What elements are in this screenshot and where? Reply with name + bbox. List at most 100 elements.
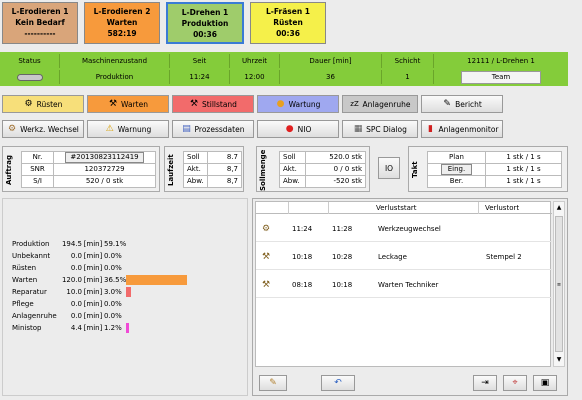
bericht-button[interactable]: ✎ Bericht [421,95,503,113]
stat-percent: 59.1% [104,240,127,248]
tab-state: Warten [106,18,138,27]
anlagenmonitor-button[interactable]: ▮ Anlagenmonitor [421,120,503,138]
tab-name: L-Fräsen 1 [265,7,310,16]
verlust-row[interactable]: ⚙ 11:24 11:28 Werkzeugwechsel [256,216,552,242]
scroll-up-icon[interactable]: ▲ [554,202,564,214]
verlust-start: 11:24 [292,225,313,233]
tab-state: Produktion [181,19,229,28]
scroll-thumb[interactable]: ≡ [555,216,563,352]
stat-unit: [min] [83,300,103,308]
undo-button[interactable]: ↶ [321,375,355,391]
takt-value: 1 stk / 1 s [485,175,562,188]
io-button[interactable]: IO [378,157,400,179]
verlust-type: Werkzeugwechsel [378,225,441,233]
tab-time: 00:36 [276,29,300,38]
sollmenge-value: -520 stk [305,175,366,188]
stat-minutes: 0.0 [70,300,82,308]
tool-change-icon: ⚙ [8,124,17,134]
verlust-type: Warten Techniker [378,281,439,289]
stat-percent: 3.0% [104,288,122,296]
tab-time: ---------- [24,29,56,38]
ruesten-button[interactable]: ⚙ Rüsten [2,95,84,113]
edit-button[interactable]: ✎ [259,375,287,391]
auftrag-nr-button[interactable]: #20130823112419 [65,152,144,163]
wartung-button[interactable]: ● Wartung [257,95,339,113]
stat-label: Rüsten [12,264,37,272]
machine-tab-1[interactable]: L-Erodieren 1 Kein Bedarf ---------- [2,2,78,44]
stillstand-button[interactable]: ⚒ Stillstand [172,95,254,113]
anlagenruhe-button[interactable]: zZ Anlagenruhe [342,95,418,113]
stat-unit: [min] [83,324,103,332]
seit-value: 11:24 [170,70,230,84]
stat-percent: 0.0% [104,264,122,272]
button-label: SPC Dialog [366,124,407,134]
takt-label: Ber. [427,175,486,188]
button-label: Prozessdaten [194,124,245,134]
machine-tab-2[interactable]: L-Erodieren 2 Warten 582:19 [84,2,160,44]
auftrag-title: Auftrag [5,155,13,185]
io-label: IO [384,163,394,173]
button-label: NIO [297,124,312,134]
sollmenge-value: 0 / 0 stk [305,163,366,176]
verlust-row[interactable]: ⚒ 08:18 10:18 Warten Techniker [256,272,552,298]
warten-button[interactable]: ⚒ Warten [87,95,169,113]
button-label: Wartung [288,99,321,109]
stat-label: Ministop [12,324,42,332]
machine-tab-4[interactable]: L-Fräsen 1 Rüsten 00:36 [250,2,326,44]
tool-change-icon: ⚙ [262,224,271,234]
edit-icon: ✎ [269,378,277,388]
status-indicator [16,73,43,81]
scrollbar[interactable]: ▲ ≡ ▼ [553,201,565,367]
stat-percent: 1.2% [104,324,122,332]
drop-icon: ● [276,99,285,109]
export-icon: ⇥ [481,378,489,388]
sollmenge-title: Sollmenge [259,149,267,191]
auftrag-value: 120372729 [53,163,156,176]
map-button[interactable]: ⌖ [503,375,527,391]
auftrag-nr-cell: #20130823112419 [53,151,156,164]
tab-name: L-Erodieren 1 [11,7,69,16]
verlust-row[interactable]: ⚒ 10:18 10:28 Leckage Stempel 2 [256,244,552,270]
laufzeit-value: 8.7 [207,151,242,164]
team-button[interactable]: Team [461,70,541,84]
stat-minutes: 0.0 [70,252,82,260]
tools-icon: ⚒ [108,99,118,109]
takt-label: Plan [427,151,486,164]
verlust-end: 10:18 [332,281,353,289]
laufzeit-title: Laufzeit [167,154,175,186]
machine-id: 12111 / L-Drehen 1 [467,57,535,65]
laufzeit-value: 8,7 [207,175,242,188]
warnung-button[interactable]: ⚠ Warnung [87,120,169,138]
dauer-value: 36 [280,70,382,84]
nio-icon: ● [285,124,294,134]
undo-icon: ↶ [334,378,342,388]
window-button[interactable]: ▣ [533,375,557,391]
takt-eing-button[interactable]: Eing. [440,164,473,175]
spc-dialog-button[interactable]: ▦ SPC Dialog [342,120,418,138]
button-label: Anlagenruhe [362,99,411,109]
auftrag-label: SNR [21,163,54,176]
stat-row: Warten 120.0 [min] 36.5% [12,274,126,286]
prozessdaten-button[interactable]: ▤ Prozessdaten [172,120,254,138]
stat-unit: [min] [83,252,103,260]
stat-percent: 0.0% [104,312,122,320]
stat-row: Pflege 0.0 [min] 0.0% [12,298,126,310]
export-button[interactable]: ⇥ [473,375,497,391]
stat-row: Anlagenruhe 0.0 [min] 0.0% [12,310,126,322]
button-label: Anlagenmonitor [438,124,499,134]
laufzeit-label: Akt. [183,163,208,176]
thermometer-icon: ▮ [427,124,433,134]
col-seit: Seit [170,54,230,68]
map-icon: ⌖ [512,378,518,388]
stat-label: Reparatur [12,288,47,296]
machine-tab-3[interactable]: L-Drehen 1 Produktion 00:36 [166,2,244,44]
stat-row: Rüsten 0.0 [min] 0.0% [12,262,126,274]
stat-label: Warten [12,276,38,284]
nio-button[interactable]: ● NIO [257,120,339,138]
werkzeugwechsel-button[interactable]: ⚙ Werkz. Wechsel [2,120,84,138]
stat-row: Reparatur 10.0 [min] 3.0% [12,286,126,298]
laufzeit-label: Abw. [183,175,208,188]
stillstand-icon: ⚒ [189,99,199,109]
scroll-down-icon[interactable]: ▼ [554,354,564,366]
verlust-table: Verluststart Verlustort ⚙ 11:24 11:28 Werkz… [255,201,552,367]
